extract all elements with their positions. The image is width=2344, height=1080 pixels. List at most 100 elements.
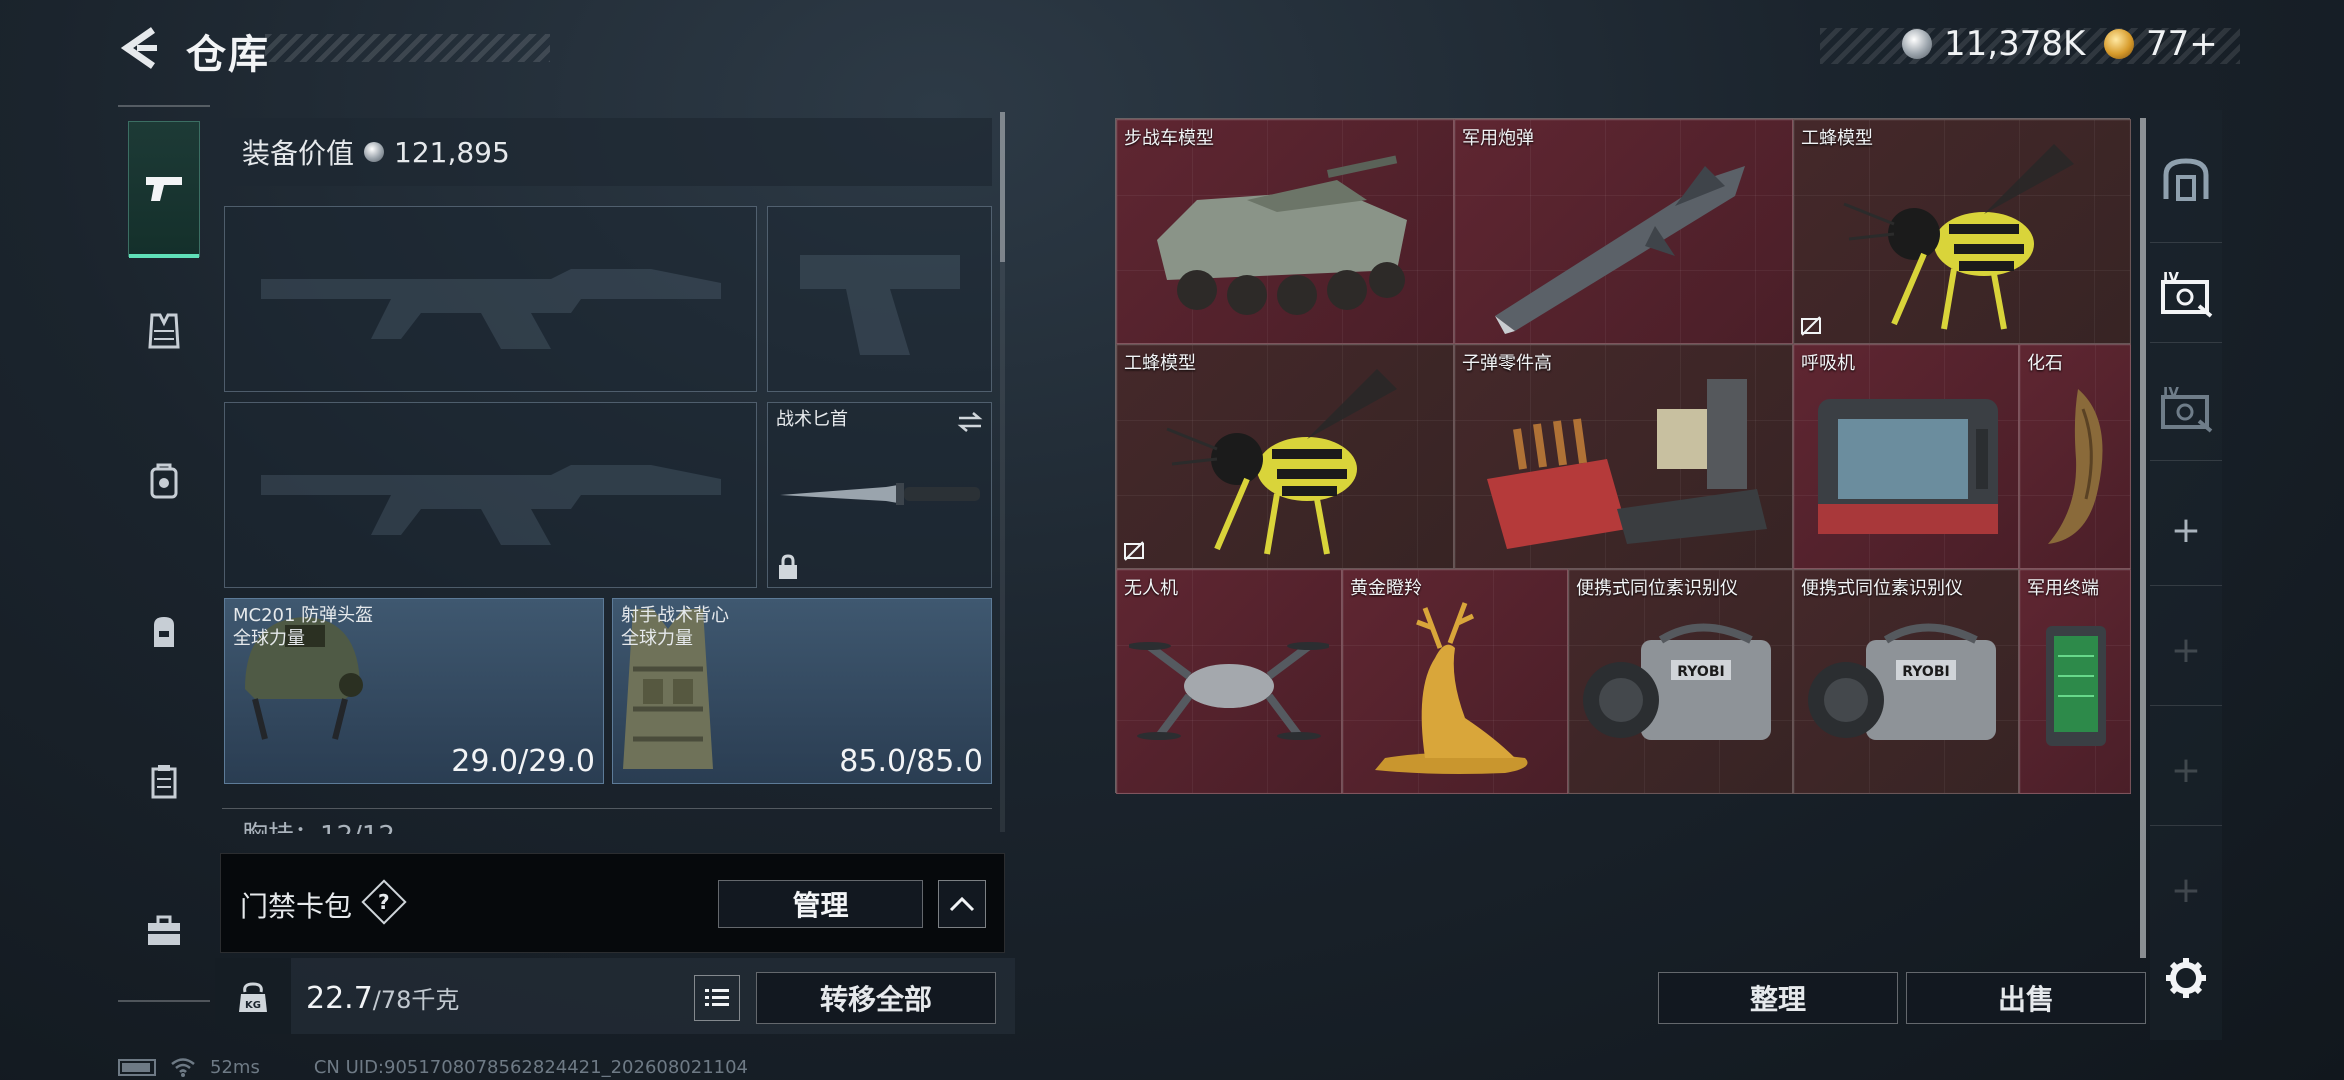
kettlebell-icon: KG bbox=[239, 982, 267, 1012]
tab-helmet[interactable] bbox=[128, 445, 200, 517]
vest-icon bbox=[148, 313, 180, 349]
melee-slot[interactable]: 战术匕首 bbox=[767, 402, 992, 588]
storage-item[interactable]: 军用终端 bbox=[2019, 569, 2131, 794]
gold-currency-value: 77+ bbox=[2146, 24, 2218, 64]
silver-coin-icon bbox=[1902, 29, 1932, 59]
knife-label: 战术匕首 bbox=[776, 409, 848, 430]
no-trade-icon bbox=[1124, 541, 1144, 561]
plus-icon: + bbox=[2170, 749, 2202, 791]
helmet-name: MC201 防弹头盔 bbox=[233, 605, 374, 626]
svg-text:IV: IV bbox=[2163, 387, 2179, 401]
add-page-button[interactable]: + bbox=[2150, 850, 2222, 930]
add-page-button[interactable]: + bbox=[2150, 730, 2222, 810]
backpack-icon bbox=[154, 617, 174, 647]
pistol-silhouette-icon bbox=[800, 255, 960, 355]
svg-text:IV: IV bbox=[2163, 272, 2179, 286]
storage-item[interactable]: 子弹零件高 bbox=[1454, 344, 1793, 569]
sort-button[interactable]: 整理 bbox=[1658, 972, 1898, 1024]
back-arrow-icon bbox=[120, 27, 157, 69]
page-title: 仓库 bbox=[186, 32, 270, 78]
keycard-title: 门禁卡包 bbox=[240, 890, 353, 923]
drone-icon bbox=[1129, 642, 1329, 740]
gold-coin-icon bbox=[2104, 29, 2134, 59]
collapse-button[interactable] bbox=[938, 880, 986, 928]
back-button[interactable] bbox=[115, 22, 163, 74]
equipment-scrollbar[interactable] bbox=[1000, 112, 1005, 832]
storage-item[interactable]: 工蜂模型 bbox=[1793, 119, 2131, 344]
storage-item[interactable]: 呼吸机 bbox=[1793, 344, 2019, 569]
storage-item[interactable]: 便携式同位素识别仪 RYOBI bbox=[1793, 569, 2019, 794]
equipment-category-tabs bbox=[118, 105, 210, 1005]
silver-currency-value: 11,378K bbox=[1944, 24, 2086, 64]
vest-slot[interactable]: 射手战术背心 全球力量 85.0/85.0 bbox=[612, 598, 992, 784]
wifi-icon bbox=[171, 1058, 195, 1077]
storage-page-tabs: IV IV + + + + bbox=[2150, 110, 2222, 1040]
storage-item[interactable]: 军用炮弹 bbox=[1454, 119, 1793, 344]
weight-icon-box: KG bbox=[215, 958, 291, 1034]
fossil-claw-icon bbox=[2048, 389, 2103, 544]
wasp-model-icon bbox=[1166, 369, 1397, 555]
tab-backpack[interactable] bbox=[128, 595, 200, 667]
add-page-button[interactable]: + bbox=[2150, 610, 2222, 690]
vest-durability: 85.0/85.0 bbox=[839, 744, 983, 779]
sell-button[interactable]: 出售 bbox=[1906, 972, 2146, 1024]
tab-safe-box[interactable] bbox=[2150, 140, 2222, 220]
swap-icon[interactable] bbox=[957, 411, 983, 433]
ping-value: 52ms bbox=[210, 1056, 260, 1078]
transfer-all-button[interactable]: 转移全部 bbox=[756, 972, 996, 1024]
storage-item[interactable]: 黄金瞪羚 bbox=[1342, 569, 1568, 794]
plus-icon: + bbox=[2170, 509, 2202, 551]
pistol-icon bbox=[146, 177, 182, 201]
svg-text:RYOBI: RYOBI bbox=[1677, 664, 1724, 680]
storage-iv-icon: IV bbox=[2161, 387, 2213, 433]
tab-storage-iv-locked[interactable]: IV bbox=[2150, 370, 2222, 450]
secondary-weapon-slot[interactable] bbox=[767, 206, 992, 392]
plus-icon: + bbox=[2170, 869, 2202, 911]
storage-item[interactable]: 无人机 bbox=[1116, 569, 1342, 794]
tab-armor[interactable] bbox=[128, 295, 200, 367]
storage-item[interactable]: 工蜂模型 bbox=[1116, 344, 1454, 569]
storage-scrollbar[interactable] bbox=[2140, 118, 2146, 958]
vest-name: 射手战术背心 bbox=[621, 605, 729, 626]
isotope-scanner-icon: RYOBI bbox=[1808, 623, 1996, 740]
uid-text: CN UID:9051708078562824421_202608021104 bbox=[313, 1056, 749, 1078]
add-page-button[interactable]: + bbox=[2150, 490, 2222, 570]
tab-storage-iv[interactable]: IV bbox=[2150, 255, 2222, 335]
silver-currency[interactable]: 11,378K bbox=[1902, 22, 2085, 66]
manage-button[interactable]: 管理 bbox=[718, 880, 923, 928]
weight-max: /78千克 bbox=[372, 986, 460, 1014]
isotope-scanner-icon: RYOBI bbox=[1583, 623, 1771, 740]
list-view-button[interactable] bbox=[694, 975, 740, 1021]
ifv-model-icon bbox=[1157, 155, 1407, 315]
vest-faction: 全球力量 bbox=[621, 627, 693, 649]
tab-weapons[interactable] bbox=[128, 121, 200, 258]
chest-rig-row[interactable]: 胸挂：12/12 bbox=[222, 808, 992, 834]
storage-iv-icon: IV bbox=[2161, 272, 2213, 318]
golden-gazelle-icon bbox=[1375, 602, 1528, 774]
chest-rig-label: 胸挂：12/12 bbox=[242, 815, 395, 834]
storage-item[interactable]: 步战车模型 bbox=[1116, 119, 1454, 344]
safe-box-icon bbox=[2163, 158, 2209, 201]
weight-display: 22.7/78千克 bbox=[306, 980, 459, 1016]
storage-grid: 步战车模型 军用炮弹 工蜂模型 工蜂模型 子弹零件高 呼吸机 化石 无人机 黄金… bbox=[1115, 118, 2131, 794]
military-terminal-icon bbox=[2046, 626, 2106, 746]
briefcase-icon bbox=[148, 915, 180, 945]
primary-weapon-slot[interactable] bbox=[224, 206, 757, 392]
tab-toolbox[interactable] bbox=[128, 895, 200, 967]
storage-item[interactable]: 便携式同位素识别仪 RYOBI bbox=[1568, 569, 1793, 794]
helmet-slot[interactable]: MC201 防弹头盔 全球力量 29.0/29.0 bbox=[224, 598, 604, 784]
gold-currency[interactable]: 77+ bbox=[2104, 22, 2218, 66]
weight-current: 22.7 bbox=[306, 981, 373, 1016]
tab-container[interactable] bbox=[128, 745, 200, 817]
equipment-value-bar: 装备价值 121,895 bbox=[222, 118, 992, 186]
title-decoration bbox=[265, 34, 550, 62]
storage-item[interactable]: 化石 bbox=[2019, 344, 2131, 569]
settings-button[interactable] bbox=[2160, 952, 2212, 1004]
chevron-up-icon bbox=[949, 896, 975, 912]
silver-coin-icon bbox=[364, 142, 385, 162]
gear-icon bbox=[2166, 958, 2206, 998]
rifle-silhouette-icon bbox=[261, 465, 721, 545]
backup-weapon-slot[interactable] bbox=[224, 402, 757, 588]
gear-bag-icon bbox=[150, 463, 178, 499]
battery-icon bbox=[118, 1058, 156, 1076]
